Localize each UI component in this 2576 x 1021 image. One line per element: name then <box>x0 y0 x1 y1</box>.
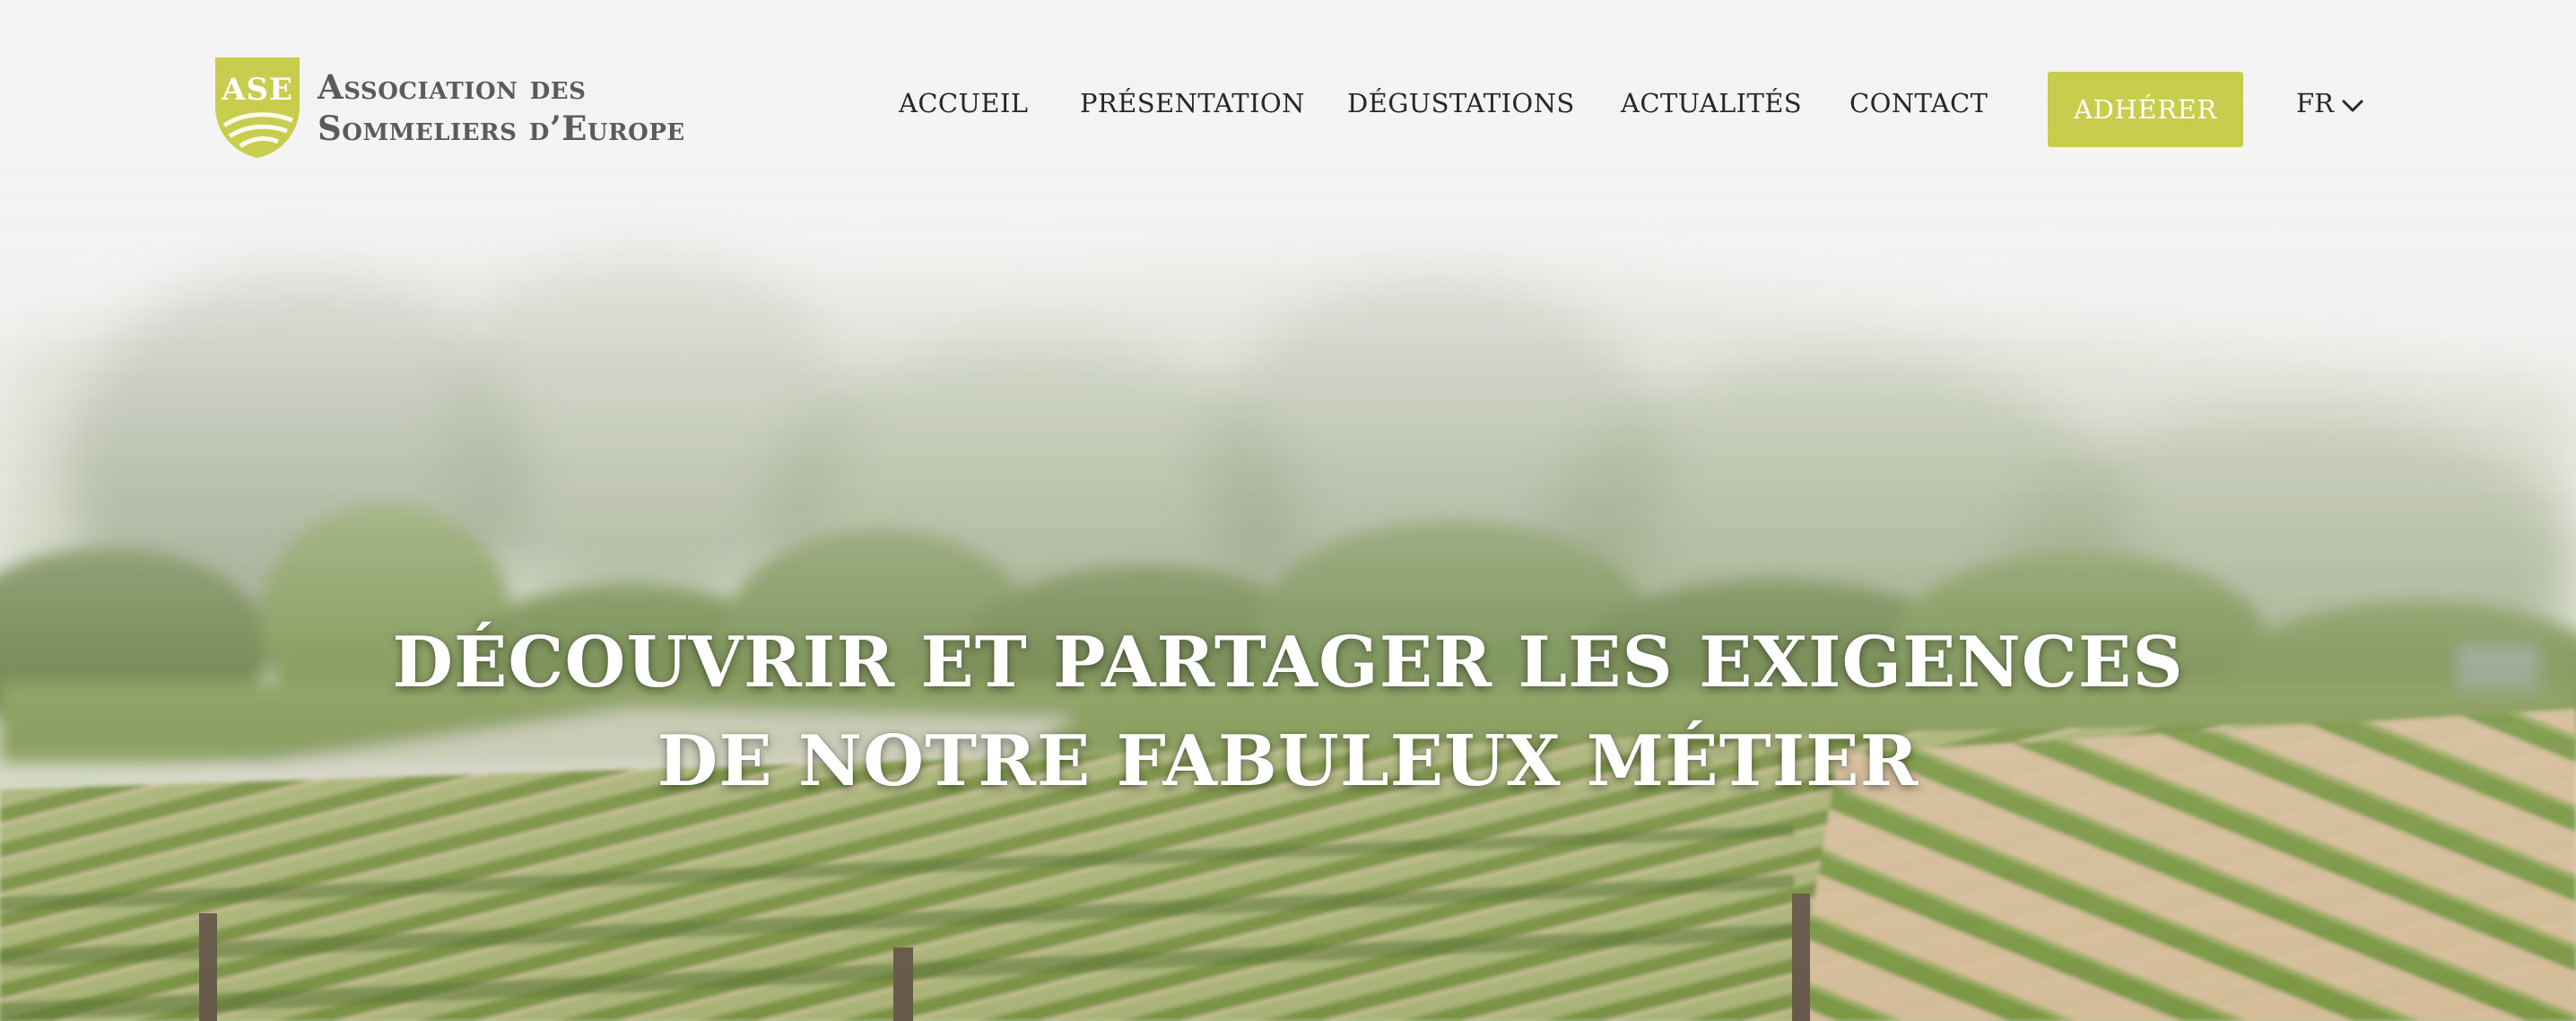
brand-name-line1: Association des <box>318 67 587 107</box>
nav-item-presentation[interactable]: PRÉSENTATION <box>1080 88 1305 118</box>
site-header: ASE Association des Sommeliers d’Europe … <box>0 0 2576 215</box>
brand-logo-link[interactable]: ASE Association des Sommeliers d’Europe <box>212 54 768 166</box>
hero-headline-line2: DE NOTRE FABULEUX MÉTIER <box>657 720 1919 802</box>
language-selector[interactable]: FR <box>2296 88 2368 129</box>
brand-name-line2: Sommeliers d’Europe <box>318 109 685 148</box>
nav-item-accueil[interactable]: ACCUEIL <box>899 88 1028 118</box>
hero-headline: DÉCOUVRIR ET PARTAGER LES EXIGENCES DE N… <box>301 614 2275 811</box>
language-label: FR <box>2296 88 2334 118</box>
join-button[interactable]: ADHÉRER <box>2048 72 2243 147</box>
brand-name: Association des Sommeliers d’Europe <box>318 66 766 149</box>
nav-item-degustations[interactable]: DÉGUSTATIONS <box>1347 88 1575 118</box>
nav-item-actualites[interactable]: ACTUALITÉS <box>1621 88 1802 118</box>
brand-initials: ASE <box>222 72 293 108</box>
hero-headline-line1: DÉCOUVRIR ET PARTAGER LES EXIGENCES <box>392 622 2184 703</box>
chevron-down-icon <box>2342 100 2363 112</box>
nav-item-contact[interactable]: CONTACT <box>1849 88 1988 118</box>
